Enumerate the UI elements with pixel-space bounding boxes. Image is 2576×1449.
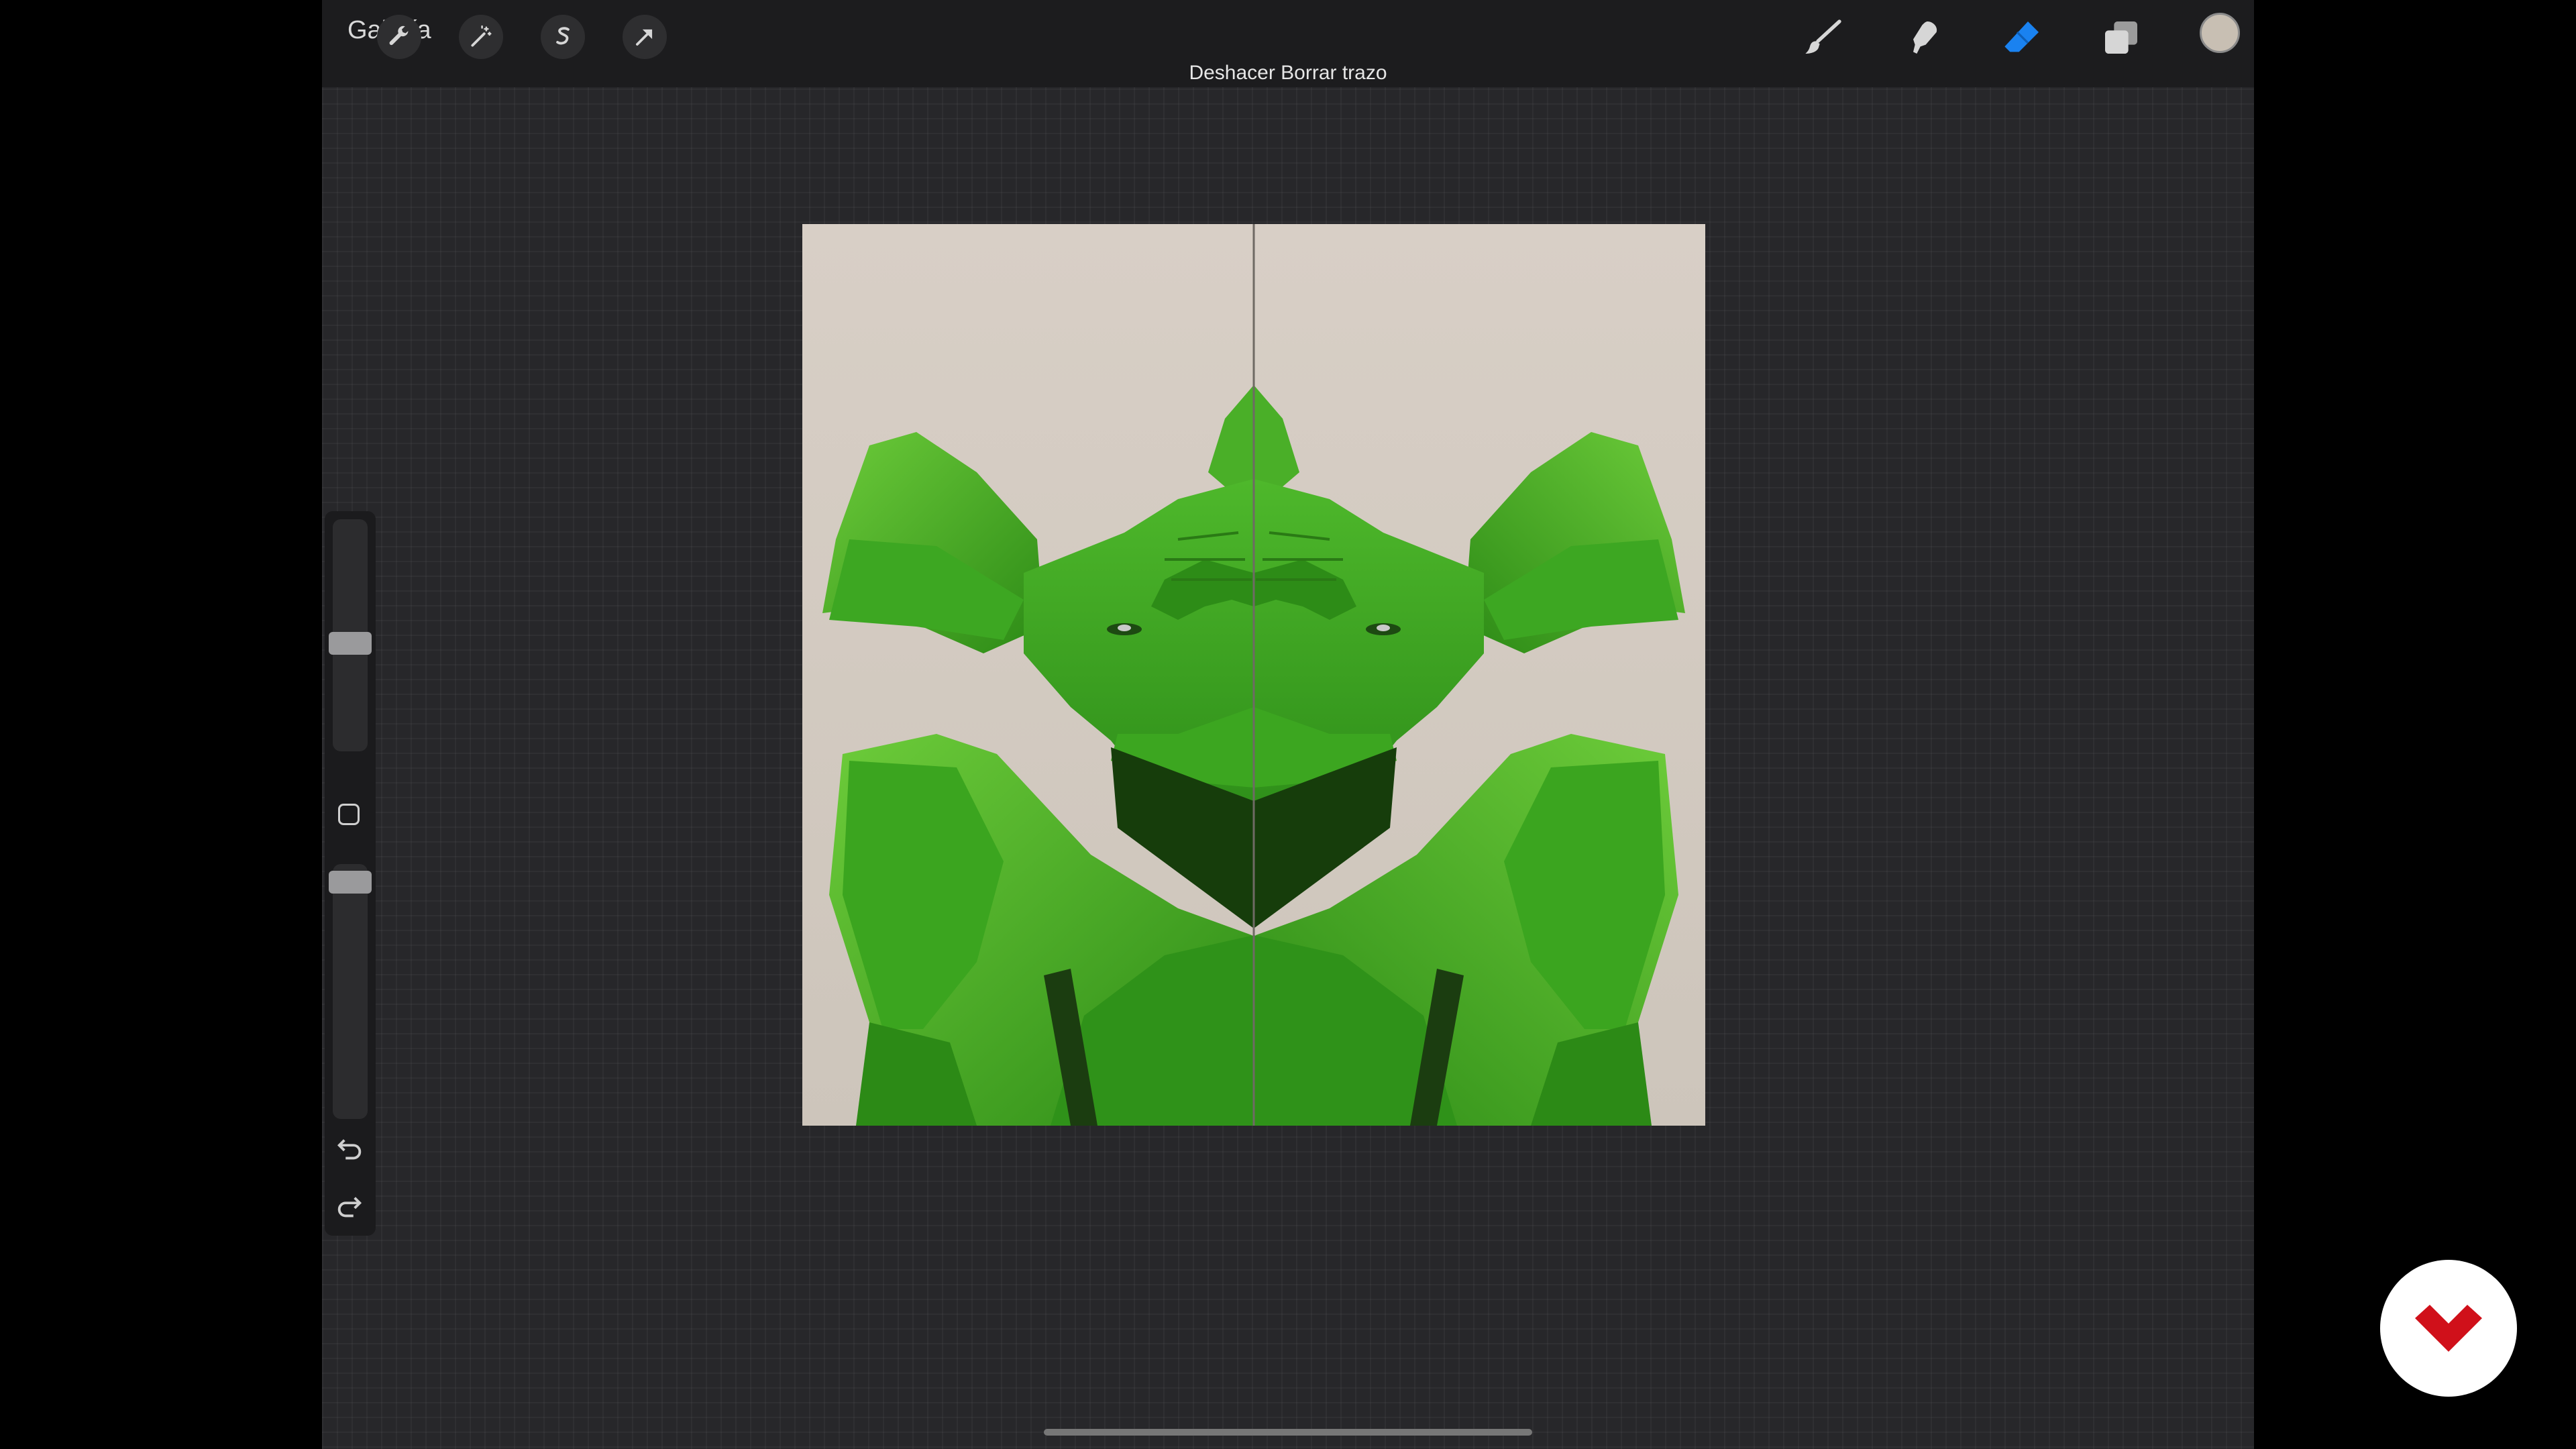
brush-icon[interactable] — [1796, 11, 1850, 64]
undo-icon[interactable] — [334, 1134, 365, 1165]
brand-badge — [2380, 1260, 2517, 1397]
smudge-icon[interactable] — [1897, 11, 1951, 64]
brush-size-thumb[interactable] — [329, 632, 372, 655]
brush-size-slider[interactable] — [329, 519, 372, 751]
selection-s-icon[interactable] — [541, 15, 585, 59]
opacity-slider[interactable] — [329, 864, 372, 1119]
artwork-image — [821, 224, 1686, 1126]
layers-icon[interactable] — [2094, 11, 2148, 64]
color-picker-button[interactable] — [2200, 13, 2240, 53]
magic-wand-icon[interactable] — [459, 15, 503, 59]
eraser-icon[interactable] — [1996, 11, 2049, 64]
ipad-screen: Galería Deshacer Borrar trazo — [322, 0, 2254, 1449]
left-sidebar — [325, 511, 376, 1236]
wrench-icon[interactable] — [377, 15, 421, 59]
transform-arrow-icon[interactable] — [623, 15, 667, 59]
square-modifier-icon[interactable] — [338, 804, 360, 825]
opacity-thumb[interactable] — [329, 871, 372, 894]
top-toolbar: Galería Deshacer Borrar trazo — [322, 0, 2254, 87]
undo-notification: Deshacer Borrar trazo — [1189, 62, 1387, 84]
home-indicator — [1044, 1429, 1532, 1436]
brand-logo-icon — [2415, 1305, 2482, 1352]
drawing-canvas[interactable] — [802, 224, 1705, 1126]
redo-icon[interactable] — [334, 1191, 365, 1222]
